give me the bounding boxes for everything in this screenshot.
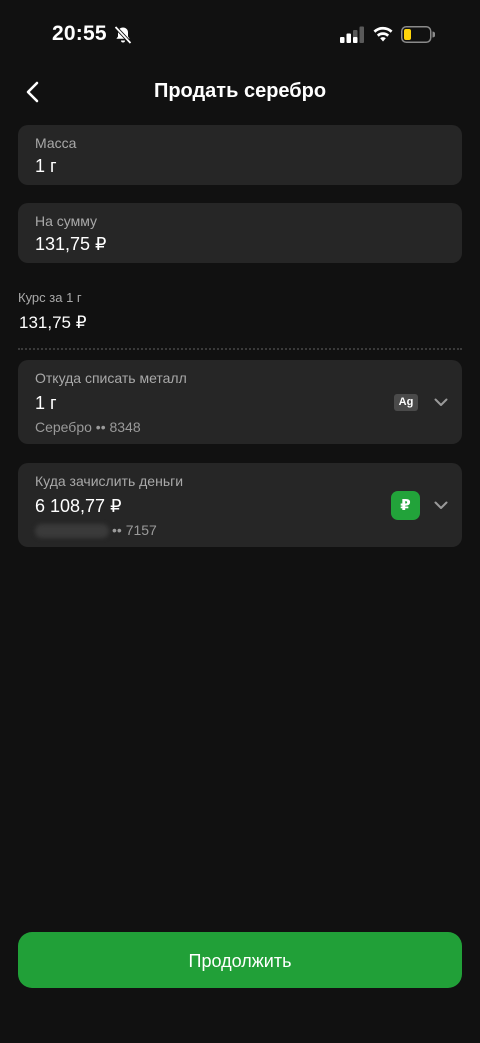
sum-field[interactable]: На сумму 131,75 ₽ bbox=[18, 203, 462, 263]
target-account-selector[interactable]: Куда зачислить деньги 6 108,77 ₽ •• 7157… bbox=[18, 463, 462, 547]
divider bbox=[18, 348, 462, 350]
rate-value: 131,75 ₽ bbox=[19, 313, 87, 332]
target-account-label: Куда зачислить деньги bbox=[35, 473, 184, 489]
chevron-down-icon bbox=[434, 501, 448, 509]
source-account-amount: 1 г bbox=[35, 393, 57, 413]
page-title: Продать серебро bbox=[153, 80, 327, 102]
source-account-name: Серебро bbox=[35, 419, 92, 435]
status-bar: 20:55 bbox=[0, 0, 480, 64]
chevron-down-icon bbox=[434, 398, 448, 406]
source-account-selector[interactable]: Откуда списать металл 1 г Серебро •• 834… bbox=[18, 360, 462, 444]
target-account-mask: •• 7157 bbox=[112, 522, 157, 538]
bell-off-icon bbox=[114, 25, 132, 45]
silver-badge: Ag bbox=[394, 394, 418, 411]
battery-icon bbox=[401, 26, 435, 43]
source-account-label: Откуда списать металл bbox=[35, 370, 187, 386]
signal-icon bbox=[340, 26, 364, 43]
target-account-amount: 6 108,77 ₽ bbox=[35, 496, 122, 516]
mass-field[interactable]: Масса 1 г bbox=[18, 125, 462, 185]
header: Продать серебро bbox=[0, 64, 480, 120]
mass-field-label: Масса bbox=[35, 135, 77, 151]
source-account-mask: •• 8348 bbox=[95, 419, 141, 435]
rate-label: Курс за 1 г bbox=[18, 290, 82, 305]
continue-button[interactable]: Продолжить bbox=[18, 932, 462, 988]
status-time: 20:55 bbox=[52, 22, 107, 45]
wifi-icon bbox=[373, 26, 393, 42]
sum-field-value[interactable]: 131,75 ₽ bbox=[35, 234, 107, 255]
mass-field-value[interactable]: 1 г bbox=[35, 156, 57, 177]
blurred-account-name bbox=[35, 524, 109, 538]
ruble-badge: ₽ bbox=[391, 491, 420, 520]
sum-field-label: На сумму bbox=[35, 213, 98, 229]
source-account-name-line: Серебро •• 8348 bbox=[35, 419, 141, 435]
